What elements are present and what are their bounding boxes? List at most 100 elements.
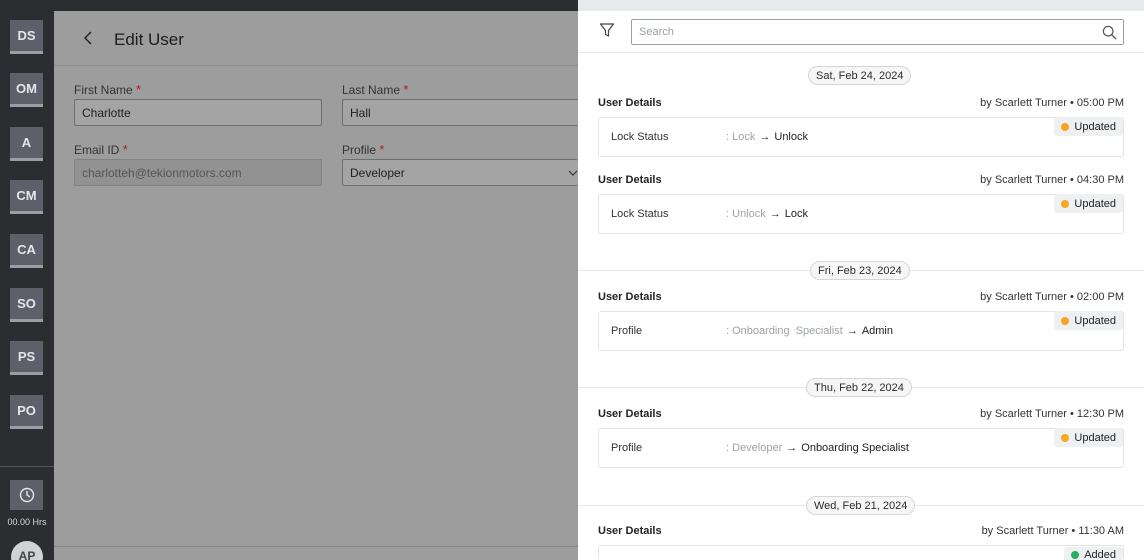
nav-item-po[interactable]: PO bbox=[10, 395, 43, 429]
profile-value: Developer bbox=[350, 165, 405, 180]
status-badge-label: Updated bbox=[1074, 431, 1116, 444]
search-icon[interactable] bbox=[1102, 25, 1117, 40]
change-values: : Lock → Unlock bbox=[726, 131, 808, 143]
required-marker: * bbox=[379, 142, 385, 157]
changed-field-name: Profile bbox=[611, 325, 643, 337]
entry-change-card: Added bbox=[598, 545, 1124, 560]
nav-item-so[interactable]: SO bbox=[10, 288, 43, 322]
nav-item-ps[interactable]: PS bbox=[10, 341, 43, 375]
filter-icon[interactable] bbox=[599, 22, 615, 38]
required-marker: * bbox=[403, 82, 409, 97]
profile-select[interactable]: Developer bbox=[342, 159, 578, 186]
nav-item-label: SO bbox=[17, 296, 36, 311]
old-value: Lock bbox=[732, 131, 756, 143]
status-badge-label: Updated bbox=[1074, 120, 1116, 133]
required-marker: * bbox=[136, 82, 142, 97]
last-name-input[interactable]: Hall bbox=[342, 99, 578, 126]
page-top-bar bbox=[54, 0, 578, 11]
status-badge: Updated bbox=[1054, 428, 1123, 447]
email-label: Email ID * bbox=[74, 142, 128, 157]
status-dot-icon bbox=[1061, 317, 1070, 325]
audit-log-drawer: Search Sat, Feb 24, 2024 User Details by… bbox=[578, 0, 1144, 560]
changed-field-name: Lock Status bbox=[611, 208, 669, 220]
last-name-value: Hall bbox=[350, 105, 371, 120]
entry-title: User Details bbox=[598, 174, 662, 186]
first-name-label: First Name * bbox=[74, 82, 141, 97]
email-input: charlotteh@tekionmotors.com bbox=[74, 159, 322, 186]
status-dot-icon bbox=[1061, 200, 1070, 208]
email-label-text: Email ID bbox=[74, 143, 120, 157]
new-value: Admin bbox=[861, 325, 893, 337]
date-separator: Thu, Feb 22, 2024 bbox=[806, 378, 912, 397]
first-name-label-text: First Name bbox=[74, 83, 133, 97]
search-placeholder: Search bbox=[639, 26, 674, 38]
entry-change-card: Profile : Onboarding Specialist → Admin Up… bbox=[598, 311, 1124, 351]
entry-change-card: Lock Status : Unlock → Lock Updated bbox=[598, 194, 1124, 234]
time-tracker-value: 00.00 Hrs bbox=[7, 517, 47, 527]
page-footer-divider bbox=[54, 546, 578, 547]
chevron-down-icon bbox=[568, 170, 578, 176]
search-input[interactable]: Search bbox=[631, 19, 1124, 45]
change-values: : Developer → Onboarding Specialist bbox=[726, 442, 909, 454]
last-name-label: Last Name * bbox=[342, 82, 408, 97]
status-badge-label: Added bbox=[1084, 549, 1116, 560]
nav-item-ca[interactable]: CA bbox=[10, 234, 43, 268]
status-badge: Added bbox=[1064, 547, 1123, 560]
nav-item-a[interactable]: A bbox=[10, 127, 43, 161]
nav-item-ds[interactable]: DS bbox=[10, 20, 43, 54]
last-name-label-text: Last Name bbox=[342, 83, 401, 97]
nav-item-label: A bbox=[21, 135, 32, 150]
app-nav-rail: DS OM A CM CA SO PS PO 00.00 Hrs AP bbox=[0, 0, 54, 560]
status-badge: Updated bbox=[1054, 194, 1123, 213]
entry-title: User Details bbox=[598, 525, 662, 537]
entry-title: User Details bbox=[598, 291, 662, 303]
nav-item-label: PO bbox=[17, 403, 36, 418]
nav-item-label: DS bbox=[17, 28, 36, 43]
nav-item-label: PS bbox=[17, 349, 36, 364]
email-value: charlotteh@tekionmotors.com bbox=[82, 165, 242, 180]
entry-author-time: by Scarlett Turner • 12:30 PM bbox=[980, 408, 1124, 420]
time-tracker-button[interactable] bbox=[10, 480, 43, 510]
new-value: Unlock bbox=[774, 131, 808, 143]
entry-title: User Details bbox=[598, 97, 662, 109]
changed-field-name: Lock Status bbox=[611, 131, 669, 143]
nav-item-label: OM bbox=[16, 81, 37, 96]
date-separator: Sat, Feb 24, 2024 bbox=[808, 66, 912, 85]
first-name-input[interactable]: Charlotte bbox=[74, 99, 322, 126]
old-value: Developer bbox=[732, 442, 783, 454]
status-dot-icon bbox=[1071, 551, 1080, 559]
entry-author-time: by Scarlett Turner • 05:00 PM bbox=[980, 97, 1124, 109]
nav-item-cm[interactable]: CM bbox=[10, 180, 43, 214]
back-arrow-icon[interactable] bbox=[82, 30, 96, 46]
arrow-right-icon: → bbox=[846, 325, 858, 337]
status-dot-icon bbox=[1061, 123, 1070, 131]
clock-icon bbox=[19, 487, 34, 503]
change-values: : Onboarding Specialist → Admin bbox=[726, 325, 893, 337]
drawer-top-bar bbox=[578, 0, 1144, 11]
new-value: Onboarding Specialist bbox=[801, 442, 909, 454]
status-dot-icon bbox=[1061, 434, 1070, 442]
entry-author-time: by Scarlett Turner • 11:30 AM bbox=[981, 525, 1124, 537]
nav-item-om[interactable]: OM bbox=[10, 73, 43, 107]
old-value: Unlock bbox=[732, 208, 766, 220]
status-badge-label: Updated bbox=[1074, 314, 1116, 327]
nav-item-label: CA bbox=[17, 242, 36, 257]
drawer-header-divider bbox=[578, 52, 1144, 53]
old-value: Onboarding Specialist bbox=[732, 325, 843, 337]
page-header: Edit User bbox=[54, 11, 578, 66]
change-values: : Unlock → Lock bbox=[726, 208, 808, 220]
status-badge: Updated bbox=[1054, 117, 1123, 136]
entry-author-time: by Scarlett Turner • 02:00 PM bbox=[980, 291, 1124, 303]
date-separator: Fri, Feb 23, 2024 bbox=[810, 261, 910, 280]
new-value: Lock bbox=[784, 208, 808, 220]
edit-user-page: Edit User First Name * Charlotte Last Na… bbox=[54, 11, 578, 560]
entry-change-card: Lock Status : Lock → Unlock Updated bbox=[598, 117, 1124, 157]
profile-label-text: Profile bbox=[342, 143, 377, 157]
status-badge: Updated bbox=[1054, 311, 1123, 330]
rail-divider bbox=[0, 466, 54, 467]
profile-label: Profile * bbox=[342, 142, 384, 157]
page-title: Edit User bbox=[114, 30, 184, 49]
entry-title: User Details bbox=[598, 408, 662, 420]
nav-item-label: CM bbox=[16, 188, 37, 203]
user-avatar[interactable]: AP bbox=[11, 541, 43, 560]
